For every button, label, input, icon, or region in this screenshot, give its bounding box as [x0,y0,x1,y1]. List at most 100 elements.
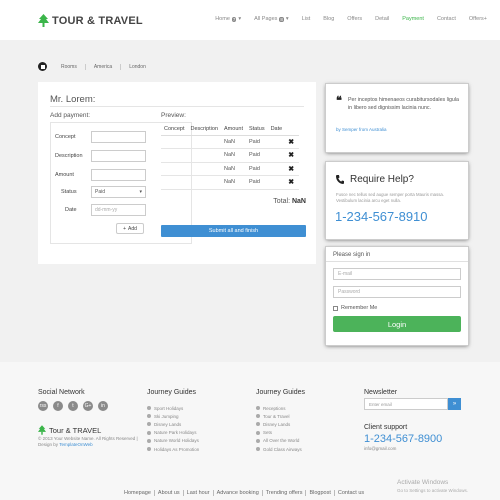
home-icon[interactable] [38,62,47,71]
page-title: Mr. Lorem: [50,94,96,105]
nav-blog[interactable]: Blog [323,16,334,22]
nav-contact[interactable]: Contact [437,16,456,22]
breadcrumb-item[interactable]: London [120,63,154,70]
list-item[interactable]: Gold Class Airways [256,445,302,453]
footer-logo[interactable]: Tour & TRAVEL [38,425,101,435]
help-phone[interactable]: 1-234-567-8910 [335,209,428,224]
delete-icon[interactable]: ✖ [285,135,300,149]
list-item[interactable]: Disney Lands [256,420,302,428]
table-header-row: Concept Description Amount Status Date [161,124,300,136]
delete-icon[interactable]: ✖ [285,148,300,163]
date-input[interactable]: dd-mm-yy [91,204,146,216]
status-cell: Paid [245,162,268,176]
google-plus-icon[interactable]: G+ [83,401,93,411]
remember-label: Remember Me [341,305,378,311]
breadcrumb-item[interactable]: Rooms [53,64,85,70]
nav-all-pages[interactable]: All Pages 8 ▾ [254,16,289,22]
remember-checkbox[interactable] [333,305,338,311]
table-row: NaN Paid ✖ [161,135,300,149]
breadcrumb: Rooms America London [38,62,154,71]
status-cell: Paid [245,148,268,163]
form-row-date: Date dd-mm-yy [55,204,189,216]
remember-me[interactable]: Remember Me [333,305,377,311]
nav-label: Home [215,16,230,22]
login-button[interactable]: Login [333,316,461,332]
nav-detail[interactable]: Detail [375,16,389,22]
footer-logo-text: Tour & TRAVEL [49,425,102,435]
watermark-line-2: Go to Settings to activate Windows. [397,488,469,493]
help-card: Require Help? Fusce nec tellus sed augue… [326,162,468,239]
rss-icon[interactable]: rss [38,401,48,411]
social-heading: Social Network [38,389,85,396]
help-title: Require Help? [350,174,414,185]
list-item[interactable]: Nature World Holidays [147,437,199,445]
nav-offers[interactable]: Offers [347,16,362,22]
nav-payment[interactable]: Payment [402,16,424,22]
table-header: Amount [221,124,246,136]
list-item[interactable]: Sets [256,429,302,437]
list-item[interactable]: All Over the World [256,437,302,445]
twitter-icon[interactable]: t [68,401,78,411]
bottom-nav-item[interactable]: Blogpost [305,490,333,496]
support-heading: Client support [364,424,408,431]
designer-link[interactable]: TemplateOnWeb [59,442,92,447]
description-input[interactable] [91,150,146,162]
amount-cell: NaN [221,148,246,163]
bottom-nav-item[interactable]: About us [153,490,183,496]
nav-list[interactable]: List [302,16,311,22]
add-button[interactable]: + Add [116,223,144,234]
list-item[interactable]: Disney Lands [147,420,199,428]
linkedin-icon[interactable]: in [98,401,108,411]
watermark-line-1: Activate Windows [397,479,449,486]
facebook-icon[interactable]: f [53,401,63,411]
chevron-down-icon: ▾ [238,16,242,22]
concept-input[interactable] [91,131,146,143]
list-item[interactable]: Ski Jumping [147,412,199,420]
newsletter-submit-button[interactable]: » [448,398,461,410]
preview-table: Concept Description Amount Status Date N… [161,124,300,190]
table-header: Concept [161,124,188,136]
email-field[interactable]: E-mail [333,268,461,280]
support-phone[interactable]: 1-234-567-8900 [364,433,442,445]
table-row: NaN Paid ✖ [161,162,300,176]
list-item[interactable]: Holidays As Promotion [147,445,199,453]
status-select[interactable]: Paid ▾ [91,186,146,198]
bottom-nav-item[interactable]: Homepage [121,490,154,496]
status-cell: Paid [245,135,268,149]
concept-label: Concept [55,134,76,140]
chevron-down-icon: ▾ [139,189,142,195]
bottom-nav-item[interactable]: Contact us [333,490,367,496]
list-item[interactable]: Receptions [256,404,302,412]
testimonial-author[interactable]: by Semper from Australia [336,127,387,132]
table-header-action [285,124,300,136]
breadcrumb-item[interactable]: America [84,63,120,70]
amount-cell: NaN [221,135,246,149]
delete-icon[interactable]: ✖ [285,162,300,176]
bottom-nav-item[interactable]: Last hour [182,490,213,496]
list-item[interactable]: Sport Holidays [147,404,199,412]
list-item[interactable]: Tour & Travel [256,412,302,420]
help-heading: Require Help? [336,174,414,185]
password-field[interactable]: Password [333,286,461,298]
support-email[interactable]: info@gmail.com [364,446,396,451]
amount-input[interactable] [91,169,146,181]
divider [50,106,304,107]
bottom-nav-item[interactable]: Trending offers [261,490,306,496]
main-nav: Home 7 ▾ All Pages 8 ▾ List Blog Offers Deta… [215,16,500,22]
site-header: TOUR & TRAVEL Home 7 ▾ All Pages 8 ▾ List Bl… [0,0,500,40]
status-select-value: Paid [95,189,106,195]
delete-icon[interactable]: ✖ [285,175,300,190]
list-item[interactable]: Nature Park Holidays [147,429,199,437]
submit-button[interactable]: Submit all and finish [161,225,306,237]
newsletter-email-input[interactable]: Enter email [364,398,448,410]
date-label: Date [65,207,77,213]
chevron-down-icon: ▾ [285,16,289,22]
nav-home[interactable]: Home 7 ▾ [215,16,241,22]
site-logo[interactable]: TOUR & TRAVEL [38,14,143,27]
status-cell: Paid [245,175,268,190]
add-payment-heading: Add payment: [50,112,91,119]
bottom-nav-item[interactable]: Advance booking [212,490,262,496]
phone-icon [336,175,344,184]
table-header: Description [187,124,222,136]
nav-offers-plus[interactable]: Offers+ [469,16,487,22]
